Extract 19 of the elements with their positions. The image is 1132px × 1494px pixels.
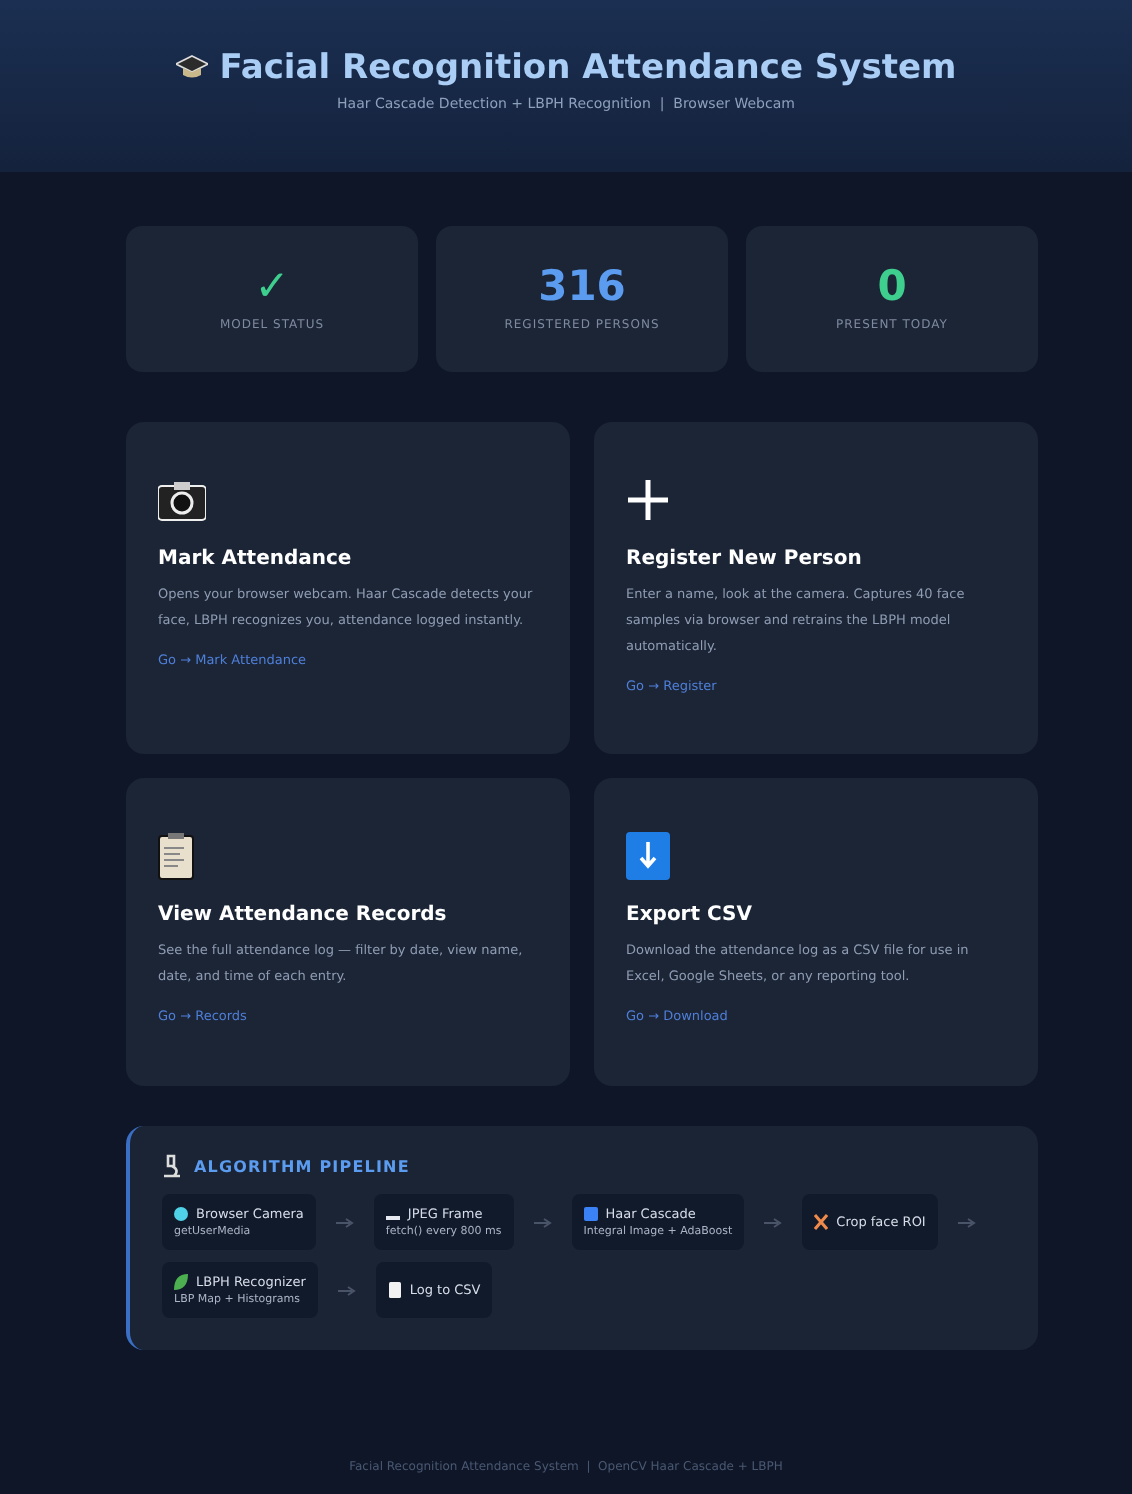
- arrow-icon: [335, 1217, 354, 1227]
- app-title: Facial Recognition Attendance System: [219, 48, 957, 88]
- card-title: View Attendance Records: [158, 904, 447, 926]
- card-title: Register New Person: [626, 548, 862, 570]
- arrow-icon: [957, 1217, 976, 1227]
- plus-icon: [626, 476, 670, 524]
- arrow-icon: [764, 1217, 783, 1227]
- clipboard-icon: [158, 832, 194, 880]
- graduation-cap-icon: [175, 54, 208, 82]
- stat-value: 0: [877, 266, 907, 308]
- card-title: Mark Attendance: [158, 548, 352, 570]
- stat-value: 316: [538, 266, 626, 308]
- arrow-icon: [337, 1285, 356, 1295]
- card-title: Export CSV: [626, 904, 752, 926]
- stat-value: ✓: [254, 266, 290, 308]
- pipeline-title: ALGORITHM PIPELINE: [194, 1157, 410, 1175]
- camera-icon: [158, 476, 206, 524]
- arrow-icon: [533, 1217, 552, 1227]
- download-icon: [626, 832, 670, 880]
